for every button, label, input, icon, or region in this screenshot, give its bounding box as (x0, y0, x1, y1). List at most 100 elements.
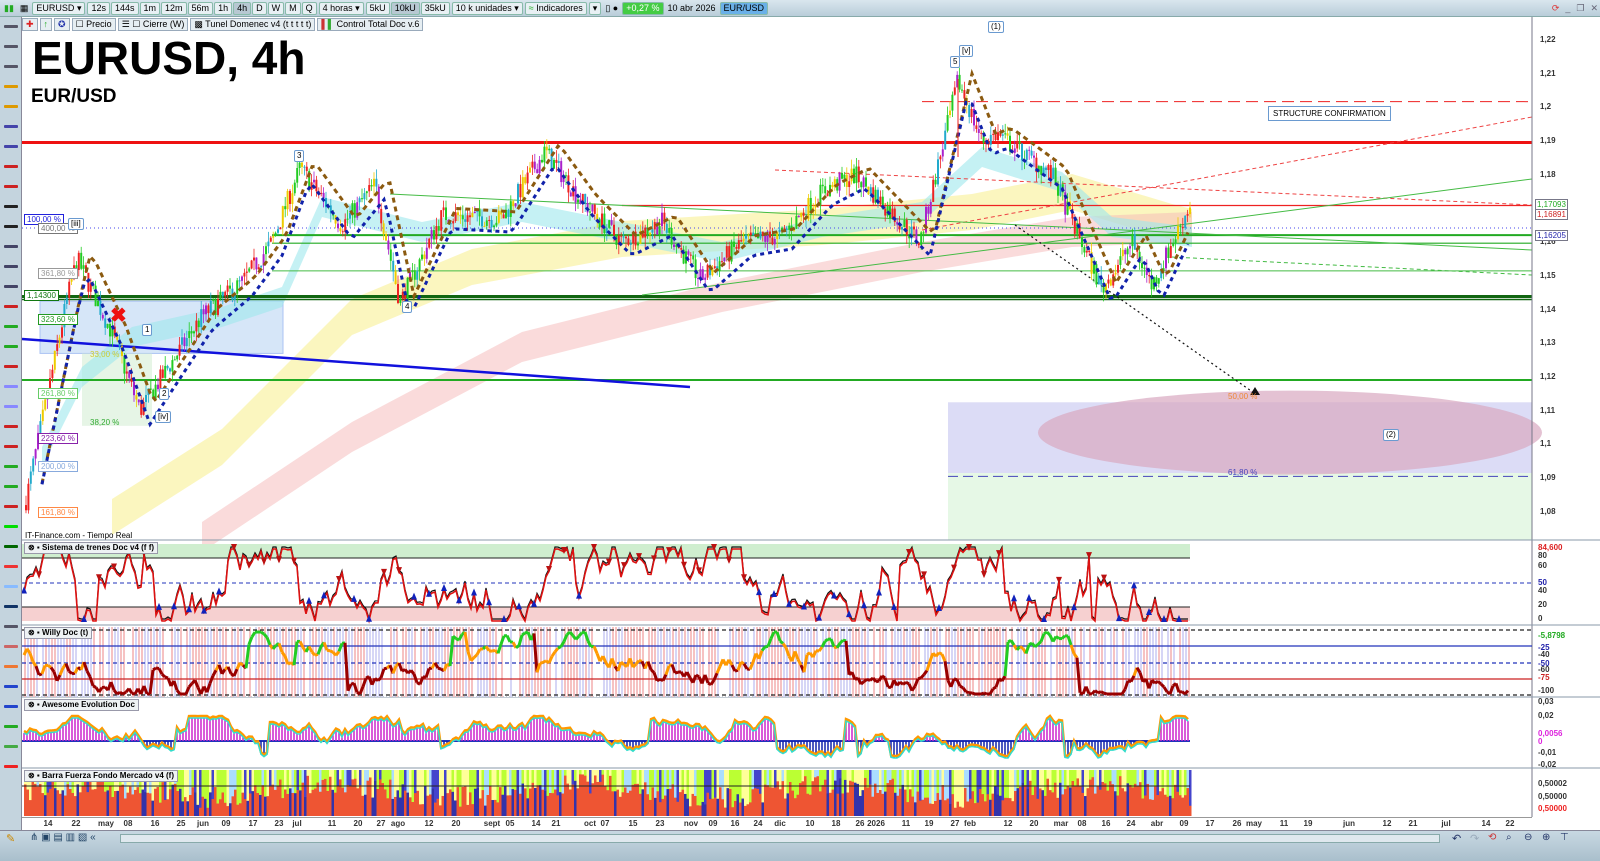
chart-type-icon[interactable]: ▮▮ (2, 3, 16, 14)
volume-10kU[interactable]: 10kU (390, 1, 420, 15)
timeframe-144s[interactable]: 144s (110, 1, 139, 15)
zoom-in-icon[interactable]: ⊕ (1542, 832, 1550, 843)
timeframe-4h[interactable]: 4h (233, 1, 252, 15)
units-select[interactable]: 10 k unidades ▾ (451, 1, 523, 15)
overlay-price[interactable]: ☐ Precio (71, 18, 116, 31)
drawing-tool-18[interactable] (3, 385, 18, 388)
panel-title[interactable]: ⊗ ▪ Awesome Evolution Doc (24, 699, 139, 711)
timeframe-W[interactable]: W (267, 1, 285, 15)
chart-area[interactable]: ✖ (21, 17, 1600, 817)
share-icon[interactable]: ⋔ ▣ ▤ ▥ ▧ « (30, 832, 96, 843)
zoom-out-icon[interactable]: ⊖ (1524, 832, 1532, 843)
drawing-tool-30[interactable] (3, 625, 18, 628)
settings-icon[interactable]: ✪ (54, 18, 70, 31)
wave-label[interactable]: 1 (142, 324, 153, 336)
drawing-tool-8[interactable] (3, 185, 18, 188)
wave-label[interactable]: 2 (159, 388, 170, 400)
drawing-tool-0[interactable] (3, 25, 18, 28)
drawing-tool-26[interactable] (3, 545, 18, 548)
symbol-select[interactable]: EURUSD ▾ (32, 1, 86, 15)
close-panel-icon[interactable]: ⊗ (28, 628, 35, 637)
wave-label[interactable]: 4 (402, 301, 413, 313)
pause-icon[interactable]: ▯ ● (603, 3, 620, 14)
drawing-tool-16[interactable] (3, 345, 18, 348)
close-panel-icon[interactable]: ⊗ (28, 700, 35, 709)
sync-icon[interactable]: ⟲ (1488, 832, 1496, 843)
panel-title[interactable]: ⊗ ▪ Sistema de trenes Doc v4 (f f) (24, 542, 159, 554)
drawing-tool-32[interactable] (3, 665, 18, 668)
indicators-dropdown[interactable]: ▾ (588, 1, 602, 15)
drawing-tool-2[interactable] (3, 65, 18, 68)
indicators-button[interactable]: ≈ Indicadores (524, 1, 587, 15)
period-select[interactable]: 4 horas ▾ (318, 1, 364, 15)
undo-icon[interactable]: ↶ (1452, 832, 1461, 845)
drawing-tool-33[interactable] (3, 685, 18, 688)
drawing-tool-3[interactable] (3, 85, 18, 88)
wave-label[interactable]: (1) (988, 21, 1004, 33)
drawing-tool-19[interactable] (3, 405, 18, 408)
panel-title[interactable]: ⊗ ▪ Willy Doc (t) (24, 627, 93, 639)
wave-label[interactable]: [v] (959, 45, 974, 57)
timeframe-1h[interactable]: 1h (214, 1, 233, 15)
panel-title[interactable]: ⊗ ▪ Barra Fuerza Fondo Mercado v4 (f) (24, 770, 179, 782)
grid-icon[interactable]: ▦ (18, 3, 31, 14)
drawing-tool-31[interactable] (3, 645, 18, 648)
drawing-tool-6[interactable] (3, 145, 18, 148)
drawing-tool-12[interactable] (3, 265, 18, 268)
volume-35kU[interactable]: 35kU (420, 1, 450, 15)
drawing-tool-9[interactable] (3, 205, 18, 208)
drawing-tool-28[interactable] (3, 585, 18, 588)
drawing-tool-14[interactable] (3, 305, 18, 308)
zoom-fit-icon[interactable]: ⌕ (1506, 832, 1512, 843)
timeframe-12m[interactable]: 12m (161, 1, 187, 15)
timeframe-Q[interactable]: Q (301, 1, 317, 15)
overlay-close[interactable]: ☰ ☐ Cierre (W) (117, 18, 189, 31)
drawing-tool-20[interactable] (3, 425, 18, 428)
close-icon[interactable]: ✕ (1588, 3, 1600, 14)
drawing-tool-27[interactable] (3, 565, 18, 568)
horizontal-scrollbar[interactable] (120, 834, 1440, 843)
drawing-tool-34[interactable] (3, 705, 18, 708)
wave-label[interactable]: (2) (1383, 429, 1399, 441)
redo-icon[interactable]: ↷ (1470, 832, 1479, 845)
refresh-icon[interactable]: ⟳ (1550, 3, 1562, 14)
structure-confirmation-label[interactable]: STRUCTURE CONFIRMATION (1268, 106, 1391, 121)
timeframe-1m[interactable]: 1m (139, 1, 161, 15)
wave-label[interactable]: 3 (294, 150, 305, 162)
overlay-control[interactable]: ▌▌ Control Total Doc v.6 (317, 18, 424, 31)
time-axis[interactable]: 14 22 may 08 16 25 jun 09 17 23 jul 11 20 27 ago 12 20 se… (22, 817, 1532, 830)
drawing-tool-17[interactable] (3, 365, 18, 368)
drawing-tool-22[interactable] (3, 465, 18, 468)
wave-label[interactable]: [iii] (68, 218, 84, 230)
add-icon[interactable]: ✚ (22, 18, 38, 31)
close-panel-icon[interactable]: ⊗ (28, 771, 35, 780)
drawing-tool-37[interactable] (3, 765, 18, 768)
trend-line[interactable] (1171, 256, 1533, 276)
wave-label[interactable]: [iv] (155, 411, 172, 423)
drawing-tool-13[interactable] (3, 285, 18, 288)
drawing-tool-4[interactable] (3, 105, 18, 108)
drawing-tool-36[interactable] (3, 745, 18, 748)
drawing-tool-35[interactable] (3, 725, 18, 728)
drawing-tool-11[interactable] (3, 245, 18, 248)
drawing-tool-25[interactable] (3, 525, 18, 528)
volume-5kU[interactable]: 5kU (365, 1, 390, 15)
timeframe-D[interactable]: D (252, 1, 267, 15)
ruler-icon[interactable]: ⊤ (1560, 832, 1569, 843)
up-icon[interactable]: ↑ (39, 18, 53, 31)
close-panel-icon[interactable]: ⊗ (28, 543, 35, 552)
drawing-tool-21[interactable] (3, 445, 18, 448)
drawing-tool-5[interactable] (3, 125, 18, 128)
drawing-tool-7[interactable] (3, 165, 18, 168)
minimize-icon[interactable]: _ (1563, 3, 1572, 13)
drawing-tool-24[interactable] (3, 505, 18, 508)
timeframe-M[interactable]: M (285, 1, 301, 15)
pencil-icon[interactable]: ✎ (6, 832, 15, 845)
restore-icon[interactable]: ❐ (1574, 3, 1586, 14)
drawing-tool-15[interactable] (3, 325, 18, 328)
drawing-tool-23[interactable] (3, 485, 18, 488)
drawing-tool-1[interactable] (3, 45, 18, 48)
overlay-tunel[interactable]: ▩ Tunel Domenec v4 (t t t t t) (190, 18, 316, 31)
drawing-tool-29[interactable] (3, 605, 18, 608)
drawing-tool-10[interactable] (3, 225, 18, 228)
